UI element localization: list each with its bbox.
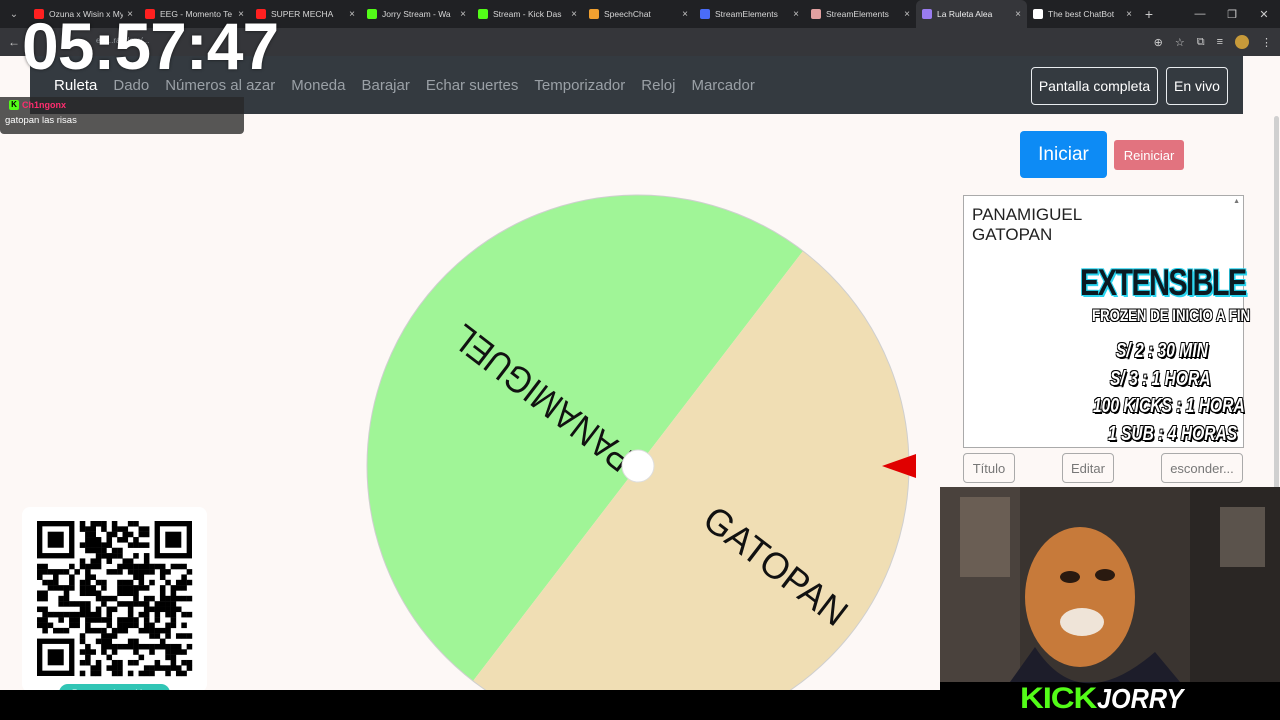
fullscreen-button[interactable]: Pantalla completa [1031,67,1158,105]
extensions-icon[interactable]: ⧉ [1197,36,1205,49]
promo-line: S/ 2 : 30 MIN [1116,340,1208,362]
wheel-center-hub [621,449,655,483]
roulette-wheel[interactable]: PANAMIGUEL GATOPAN [360,185,920,690]
maximize-icon[interactable]: ❐ [1216,0,1248,28]
nav-link[interactable]: Echar suertes [426,77,519,94]
nav-link[interactable]: Temporizador [534,77,625,94]
chat-message: gatopan las risas [5,115,77,126]
nav-link[interactable]: Marcador [691,77,754,94]
browser-tab[interactable]: StreamElements × [694,0,805,28]
promo-subtitle: FROZEN DE INICIO A FIN [1092,306,1251,325]
tab-close-icon[interactable]: × [682,9,688,20]
streamer-name: JORRY [1097,683,1184,714]
tab-title: StreamElements [826,9,889,19]
nav-link[interactable]: Barajar [361,77,409,94]
hide-button[interactable]: esconder... [1161,453,1243,483]
tab-favicon-icon [589,9,599,19]
scrollbar-thumb[interactable] [1274,116,1279,536]
close-window-icon[interactable]: ✕ [1248,0,1280,28]
live-button[interactable]: En vivo [1166,67,1228,105]
tab-title: La Ruleta Alea [937,9,993,19]
tab-favicon-icon [922,9,932,19]
tab-title: Stream - Kick Das [493,9,562,19]
browser-tab[interactable]: Stream - Kick Das × [472,0,583,28]
browser-tab[interactable]: StreamElements × [805,0,916,28]
edit-button[interactable]: Editar [1062,453,1114,483]
tab-favicon-icon [367,9,377,19]
browser-tab[interactable]: La Ruleta Alea × [916,0,1027,28]
browser-tab[interactable]: SpeechChat × [583,0,694,28]
tab-close-icon[interactable]: × [571,9,577,20]
promo-line: 1 SUB : 4 HORAS [1108,423,1238,445]
tab-close-icon[interactable]: × [460,9,466,20]
kick-logo: KICK [1020,682,1097,715]
name-line: GATOPAN [972,225,1053,244]
screen: ⌄ Ozuna x Wisin x Myke×EEG - Momento Te×… [0,0,1280,720]
chat-overlay: K Ch1ngonx gatopan las risas [0,97,244,134]
window-controls: — ❐ ✕ [1184,0,1280,28]
tab-close-icon[interactable]: × [904,9,910,20]
browser-tab[interactable]: Jorry Stream - Wa × [361,0,472,28]
chat-username-text: Ch1ngonx [22,100,66,110]
profile-avatar[interactable] [1235,35,1249,49]
promo-line: 100 KICKS : 1 HORA [1093,395,1245,417]
tab-close-icon[interactable]: × [1126,9,1132,20]
tab-title: SpeechChat [604,9,651,19]
tab-favicon-icon [478,9,488,19]
minimize-icon[interactable]: — [1184,0,1216,28]
tab-favicon-icon [1033,9,1043,19]
bottom-black-bar [0,690,940,720]
zoom-icon[interactable]: ⊕ [1154,36,1163,49]
stream-timer: 05:57:47 [22,9,279,83]
start-button[interactable]: Iniciar [1020,131,1107,178]
qr-code-icon [37,521,193,677]
tab-close-icon[interactable]: × [349,9,355,20]
reset-button[interactable]: Reiniciar [1114,140,1184,170]
promo-title: EXTENSIBLE [1080,262,1247,303]
kick-badge-icon: K [9,100,19,110]
tab-title: The best ChatBot [1048,9,1115,19]
browser-toolbar: ⊕ ☆ ⧉ ≡ ⋮ [1154,28,1272,56]
new-tab-button[interactable]: + [1138,6,1160,22]
nav-link[interactable]: Reloj [641,77,675,94]
textarea-scroll-up-icon[interactable]: ▲ [1233,198,1240,205]
name-line: PANAMIGUEL [972,205,1083,224]
tab-favicon-icon [811,9,821,19]
browser-tab[interactable]: The best ChatBot × [1027,0,1138,28]
title-button[interactable]: Título [963,453,1015,483]
tab-title: SUPER MECHA [271,9,334,19]
promo-line: S/ 3 : 1 HORA [1110,368,1211,390]
menu-icon[interactable]: ⋮ [1261,36,1272,49]
tab-close-icon[interactable]: × [793,9,799,20]
page-scrollbar[interactable] [1243,56,1280,536]
wheel-pointer-icon [882,454,916,478]
chat-username: K Ch1ngonx [9,100,66,110]
bookmark-star-icon[interactable]: ☆ [1175,36,1185,49]
media-icon[interactable]: ≡ [1217,36,1223,48]
tab-title: StreamElements [715,9,778,19]
tab-title: Jorry Stream - Wa [382,9,451,19]
wheel-container: PANAMIGUEL GATOPAN [360,185,920,690]
tab-close-icon[interactable]: × [1015,9,1021,20]
kick-streamer-tag: KICK JORRY [1020,682,1193,716]
nav-link[interactable]: Moneda [291,77,345,94]
tab-favicon-icon [700,9,710,19]
yape-qr-card: Paga aquí con Yape [22,507,207,702]
